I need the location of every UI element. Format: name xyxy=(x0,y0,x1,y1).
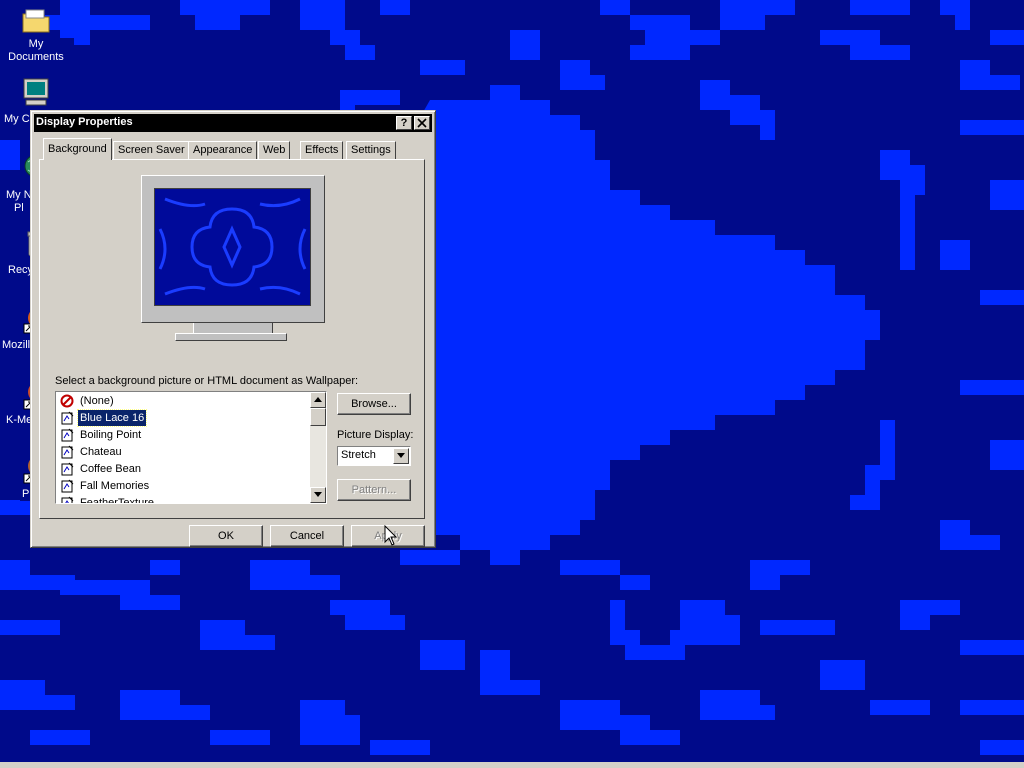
bitmap-icon xyxy=(61,411,74,425)
folder-icon xyxy=(20,4,52,36)
arrow-up-icon xyxy=(314,397,322,402)
bitmap-icon xyxy=(61,479,74,493)
pattern-button[interactable]: Pattern... xyxy=(337,479,411,501)
list-item[interactable]: Coffee Bean xyxy=(60,461,310,478)
desktop-icon-label: My Documents xyxy=(0,38,74,64)
picture-display-value: Stretch xyxy=(341,449,376,461)
monitor-preview xyxy=(141,175,325,345)
display-properties-window: Display Properties ? Background Screen S… xyxy=(30,110,436,548)
bitmap-icon xyxy=(61,496,74,503)
bitmap-icon xyxy=(61,445,74,459)
desktop-icon-label: My C xyxy=(2,113,32,126)
none-icon xyxy=(60,394,74,408)
close-icon xyxy=(417,118,427,128)
list-item[interactable]: FeatherTexture xyxy=(60,495,310,504)
tab-background[interactable]: Background xyxy=(43,138,112,160)
computer-icon xyxy=(20,76,52,108)
list-item-label: Blue Lace 16 xyxy=(76,409,148,427)
bitmap-icon xyxy=(61,428,74,442)
ok-button[interactable]: OK xyxy=(189,525,263,547)
bitmap-icon xyxy=(61,462,74,476)
preview-screen xyxy=(154,188,311,306)
list-item[interactable]: Boiling Point xyxy=(60,427,310,444)
title-bar[interactable]: Display Properties ? xyxy=(34,114,432,132)
desktop-icon-my-documents[interactable]: My Documents xyxy=(0,4,74,64)
desktop-icon-my-computer[interactable]: My C xyxy=(0,76,74,126)
help-button[interactable]: ? xyxy=(396,116,412,130)
window-title: Display Properties xyxy=(36,116,133,128)
mouse-cursor-icon xyxy=(384,525,398,546)
list-item-label: (None) xyxy=(80,395,114,407)
tab-effects[interactable]: Effects xyxy=(300,141,344,159)
browse-button[interactable]: Browse... xyxy=(337,393,411,415)
monitor-neck xyxy=(193,323,273,333)
listbox-scrollbar[interactable] xyxy=(310,392,326,503)
scroll-thumb[interactable] xyxy=(310,408,326,426)
picture-display-label: Picture Display: xyxy=(337,429,414,441)
list-item[interactable]: Fall Memories xyxy=(60,478,310,495)
list-item-label: Chateau xyxy=(80,446,122,458)
wallpaper-listbox[interactable]: (None) Blue Lace 16 Boiling Point Chatea… xyxy=(55,391,327,504)
list-item[interactable]: (None) xyxy=(60,393,310,410)
chevron-down-icon xyxy=(397,453,405,458)
close-button[interactable] xyxy=(414,116,430,130)
list-item-label: Coffee Bean xyxy=(80,463,141,475)
arrow-down-icon xyxy=(314,492,322,497)
dropdown-button[interactable] xyxy=(393,448,409,464)
cancel-button[interactable]: Cancel xyxy=(270,525,344,547)
picture-display-select[interactable]: Stretch xyxy=(337,446,411,466)
list-item-label: FeatherTexture xyxy=(80,497,154,504)
list-item-label: Fall Memories xyxy=(80,480,150,492)
scroll-down-button[interactable] xyxy=(310,487,326,503)
list-item[interactable]: Blue Lace 16 xyxy=(60,409,310,427)
tab-settings[interactable]: Settings xyxy=(346,141,396,159)
tab-screen-saver[interactable]: Screen Saver xyxy=(113,141,190,159)
scroll-up-button[interactable] xyxy=(310,392,326,408)
taskbar-edge xyxy=(0,762,1024,768)
tab-web[interactable]: Web xyxy=(258,141,291,159)
wallpaper-select-label: Select a background picture or HTML docu… xyxy=(55,375,359,387)
monitor-base xyxy=(175,333,287,341)
tab-appearance[interactable]: Appearance xyxy=(188,141,258,159)
list-item[interactable]: Chateau xyxy=(60,444,310,461)
list-item-label: Boiling Point xyxy=(80,429,142,441)
